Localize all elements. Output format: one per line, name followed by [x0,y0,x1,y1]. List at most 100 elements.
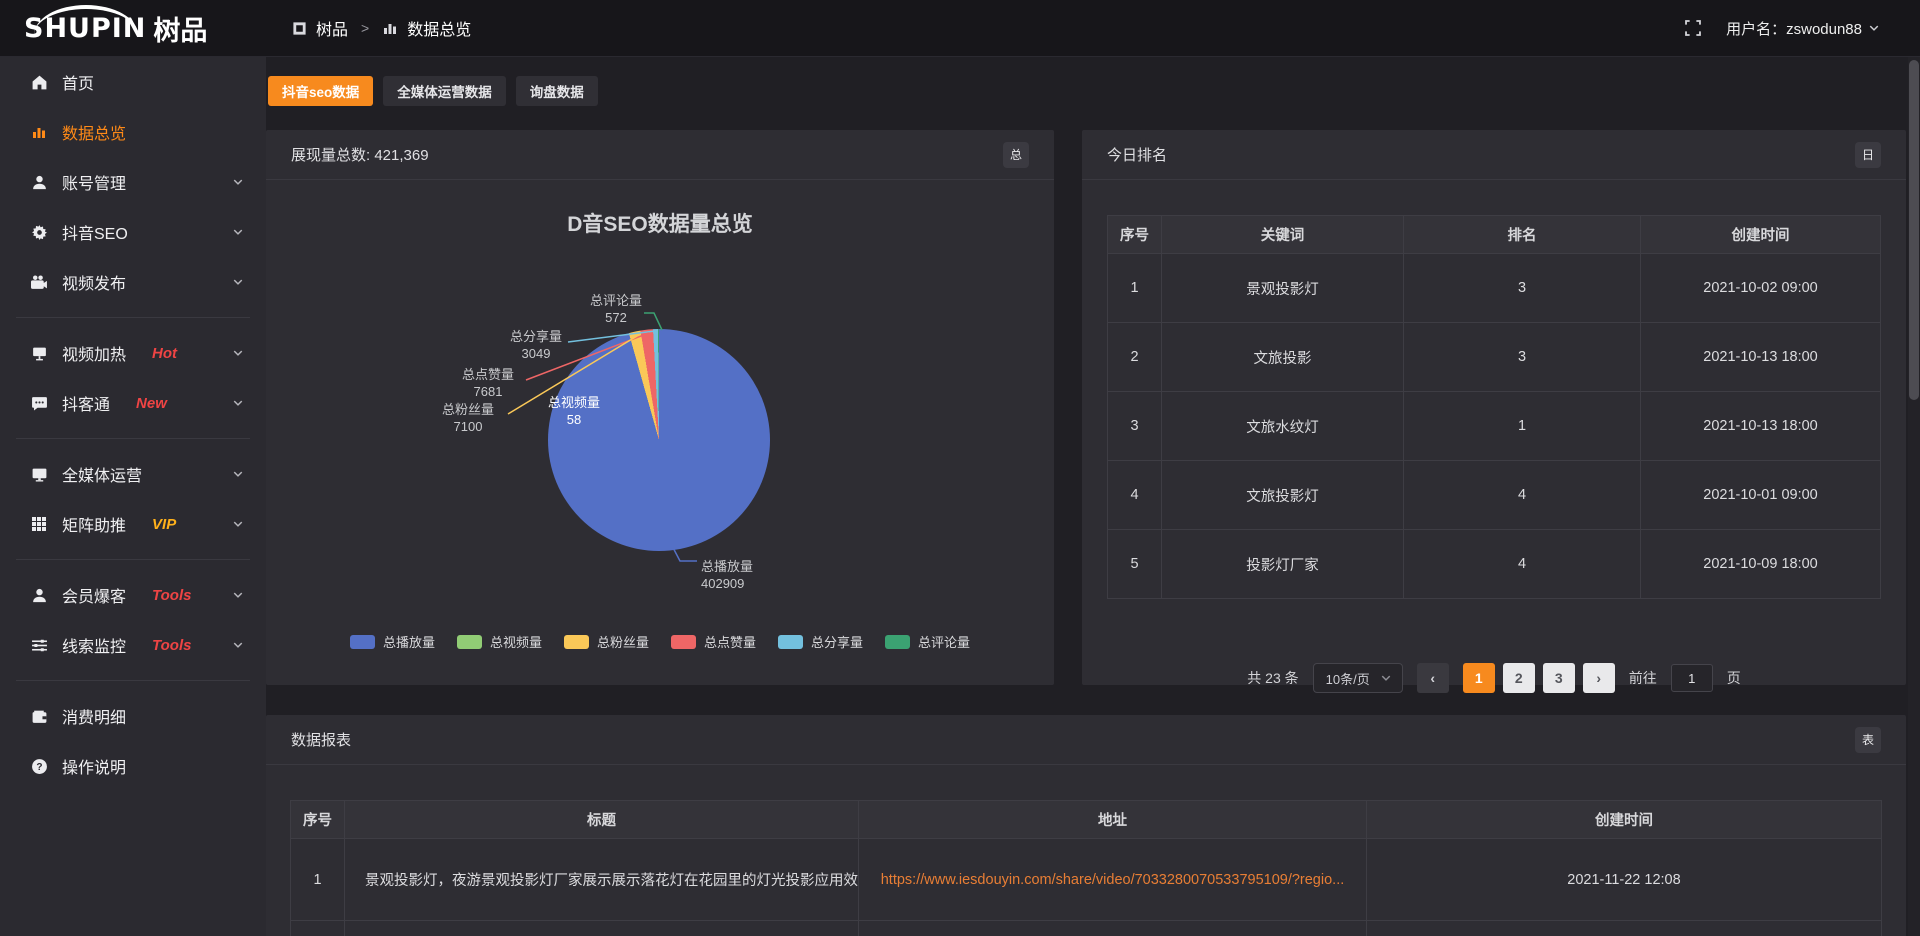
prev-page-button[interactable]: ‹ [1417,663,1449,693]
sidebar-item-video-publish[interactable]: 视频发布 [0,257,266,307]
home-icon [30,73,48,91]
fullscreen-icon[interactable] [1684,19,1702,37]
sidebar-item-instructions[interactable]: ? 操作说明 [0,741,266,791]
legend-item-videos[interactable]: 总视频量 [457,632,542,651]
cell-time: 2021-10-02 09:00 [1641,254,1881,323]
video-link[interactable]: https://www.iesdouyin.com/share/video/70… [881,872,1345,888]
cell-time: 2021-10-09 18:00 [1641,530,1881,599]
table-row[interactable]: 2 文旅投影 3 2021-10-13 18:00 [1108,323,1881,392]
table-row[interactable]: 1 景观投影灯 3 2021-10-02 09:00 [1108,254,1881,323]
legend-swatch [671,635,696,649]
sidebar-item-label: 视频发布 [62,270,126,294]
cell-keyword: 投影灯厂家 [1162,530,1404,599]
sidebar-item-consumption[interactable]: 消费明细 [0,691,266,741]
sidebar-item-label: 全媒体运营 [62,462,142,486]
pagination-total: 共 23 条 [1247,668,1298,688]
legend-label: 总分享量 [811,632,863,651]
pie-label-value: 3049 [486,345,586,362]
cell-url: https://www.iesdouyin.com/share/video/70… [859,839,1367,921]
data-tabs: 抖音seo数据 全媒体运营数据 询盘数据 [268,76,598,106]
topbar-right: 用户名：zswodun88 [1684,18,1920,39]
sidebar-item-home[interactable]: 首页 [0,57,266,107]
impressions-total-label: 展现量总数: 421,369 [291,144,429,165]
table-row[interactable]: 4 文旅投影灯 4 2021-10-01 09:00 [1108,461,1881,530]
breadcrumb-root[interactable]: 树品 [316,16,348,40]
legend-label: 总评论量 [918,632,970,651]
legend-item-comments[interactable]: 总评论量 [885,632,970,651]
goto-label: 前往 [1629,668,1657,688]
vip-badge: VIP [152,516,176,533]
chevron-down-icon [232,589,244,601]
goto-page-input[interactable] [1671,664,1713,692]
rank-panel-header: 今日排名 日 [1082,130,1906,180]
sidebar-item-label: 会员爆客 [62,583,126,607]
tab-omnimedia-data[interactable]: 全媒体运营数据 [383,76,506,106]
cell-rank: 4 [1404,461,1641,530]
cell-keyword: 文旅投影灯 [1162,461,1404,530]
sidebar-item-account[interactable]: 账号管理 [0,157,266,207]
legend-item-plays[interactable]: 总播放量 [350,632,435,651]
rank-panel-title: 今日排名 [1107,144,1167,165]
tools-badge: Tools [152,637,191,654]
sidebar-item-douketong[interactable]: 抖客通 New [0,378,266,428]
user-menu[interactable]: 用户名：zswodun88 [1726,18,1880,39]
cell-keyword: 景观投影灯 [1162,254,1404,323]
sidebar-item-matrix-boost[interactable]: 矩阵助推 VIP [0,499,266,549]
sidebar-item-video-heat[interactable]: 视频加热 Hot [0,328,266,378]
table-row[interactable]: 3 文旅水纹灯 1 2021-10-13 18:00 [1108,392,1881,461]
sidebar-item-member-burst[interactable]: 会员爆客 Tools [0,570,266,620]
sidebar-divider [16,559,250,560]
page-scrollbar[interactable] [1908,0,1920,936]
column-header: 地址 [859,801,1367,839]
pie-label-videos: 总视频量 58 [524,394,624,428]
legend-item-fans[interactable]: 总粉丝量 [564,632,649,651]
sidebar-item-data-overview[interactable]: 数据总览 [0,107,266,157]
sidebar-item-douyin-seo[interactable]: 抖音SEO [0,207,266,257]
day-view-button[interactable]: 日 [1855,142,1881,168]
page-button-1[interactable]: 1 [1463,663,1495,693]
table-view-button[interactable]: 表 [1855,727,1881,753]
chevron-down-icon [232,226,244,238]
sidebar-item-lead-monitor[interactable]: 线索监控 Tools [0,620,266,670]
breadcrumb: 树品 > 数据总览 [266,16,471,40]
pie-label-value: 58 [524,411,624,428]
pie-label-plays: 总播放量 402909 [701,558,811,592]
page-button-2[interactable]: 2 [1503,663,1535,693]
total-view-button[interactable]: 总 [1003,142,1029,168]
page-size-select[interactable]: 10条/页 [1313,663,1403,693]
pie-label-fans: 总粉丝量 7100 [418,401,518,435]
cell-rank: 4 [1404,530,1641,599]
table-row[interactable]: 5 投影灯厂家 4 2021-10-09 18:00 [1108,530,1881,599]
legend-label: 总点赞量 [704,632,756,651]
sidebar-item-label: 操作说明 [62,754,126,778]
report-panel-header: 数据报表 表 [266,715,1906,765]
cell-keyword: 文旅投影 [1162,323,1404,392]
bar-chart-icon [382,20,398,36]
monitor-icon [30,465,48,483]
legend-item-likes[interactable]: 总点赞量 [671,632,756,651]
legend-item-shares[interactable]: 总分享量 [778,632,863,651]
member-icon [30,586,48,604]
chevron-down-icon [1380,672,1392,684]
pie-label-name: 总评论量 [566,292,666,309]
pie-label-value: 7100 [418,418,518,435]
breadcrumb-separator: > [361,20,369,36]
table-row-partial [291,921,1882,936]
sidebar-item-omnimedia[interactable]: 全媒体运营 [0,449,266,499]
tab-douyin-seo-data[interactable]: 抖音seo数据 [268,76,373,106]
table-row[interactable]: 1 景观投影灯，夜游景观投影灯厂家展示展示落花灯在花园里的灯光投影应用效果 # … [291,839,1882,921]
page-button-3[interactable]: 3 [1543,663,1575,693]
question-icon: ? [30,757,48,775]
report-panel-title: 数据报表 [291,729,351,750]
cell-title: 景观投影灯，夜游景观投影灯厂家展示展示落花灯在花园里的灯光投影应用效果 # [345,839,859,921]
video-camera-icon [30,273,48,291]
report-table-area: 序号 标题 地址 创建时间 1 景观投影灯，夜游景观投影灯厂家展示展示落花灯在花… [266,800,1906,936]
tab-inquiry-data[interactable]: 询盘数据 [516,76,598,106]
scrollbar-thumb[interactable] [1909,60,1919,400]
today-rank-panel: 今日排名 日 序号 关键词 排名 创建时间 1 景观投影灯 [1082,130,1906,685]
chart-panel: 展现量总数: 421,369 总 D音SEO数据量总览 总评论量 572 总分享… [266,130,1054,685]
next-page-button[interactable]: › [1583,663,1615,693]
app-window-icon [292,21,307,36]
sidebar-divider [16,438,250,439]
legend-label: 总视频量 [490,632,542,651]
